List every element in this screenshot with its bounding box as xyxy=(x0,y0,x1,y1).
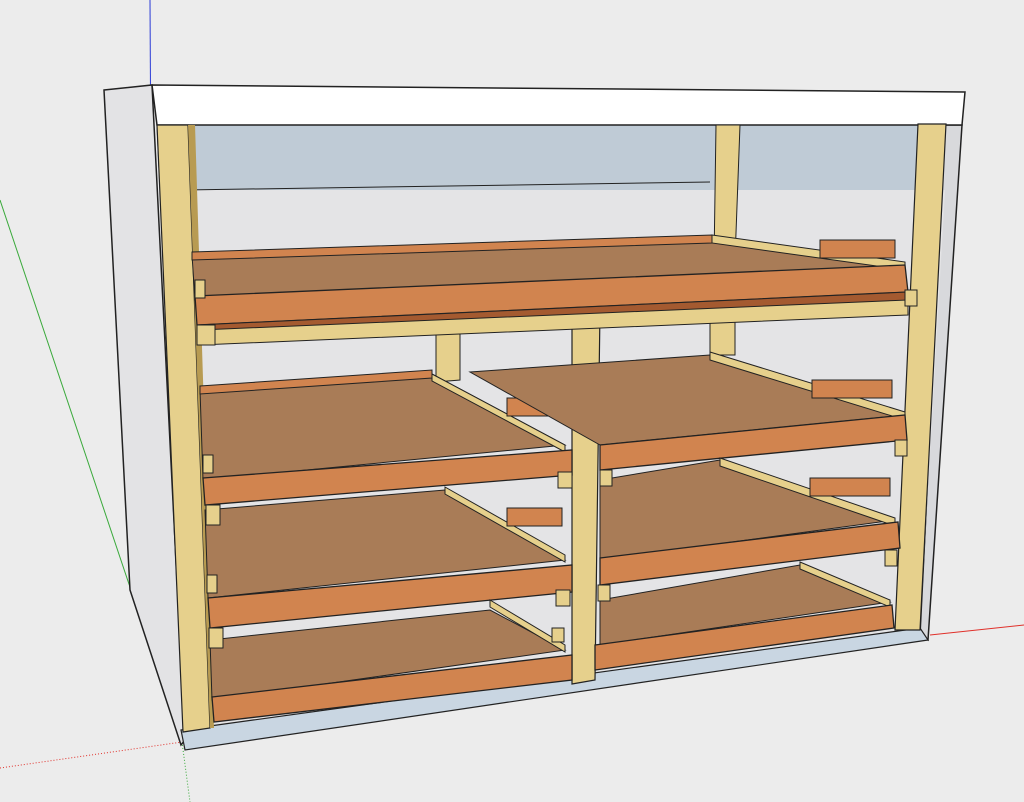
glide-block xyxy=(811,379,893,399)
glide-block xyxy=(819,239,896,259)
red-axis xyxy=(929,624,1024,636)
top-panel[interactable] xyxy=(151,84,966,126)
left-column-drawers[interactable] xyxy=(199,369,573,723)
modeling-viewport[interactable] xyxy=(0,0,1024,802)
green-axis-dotted xyxy=(181,741,191,802)
glide-block xyxy=(506,507,563,527)
model-canvas[interactable] xyxy=(0,0,1024,802)
red-axis-dotted xyxy=(0,741,183,769)
center-back-post[interactable] xyxy=(435,329,461,383)
glide-block xyxy=(809,477,891,497)
